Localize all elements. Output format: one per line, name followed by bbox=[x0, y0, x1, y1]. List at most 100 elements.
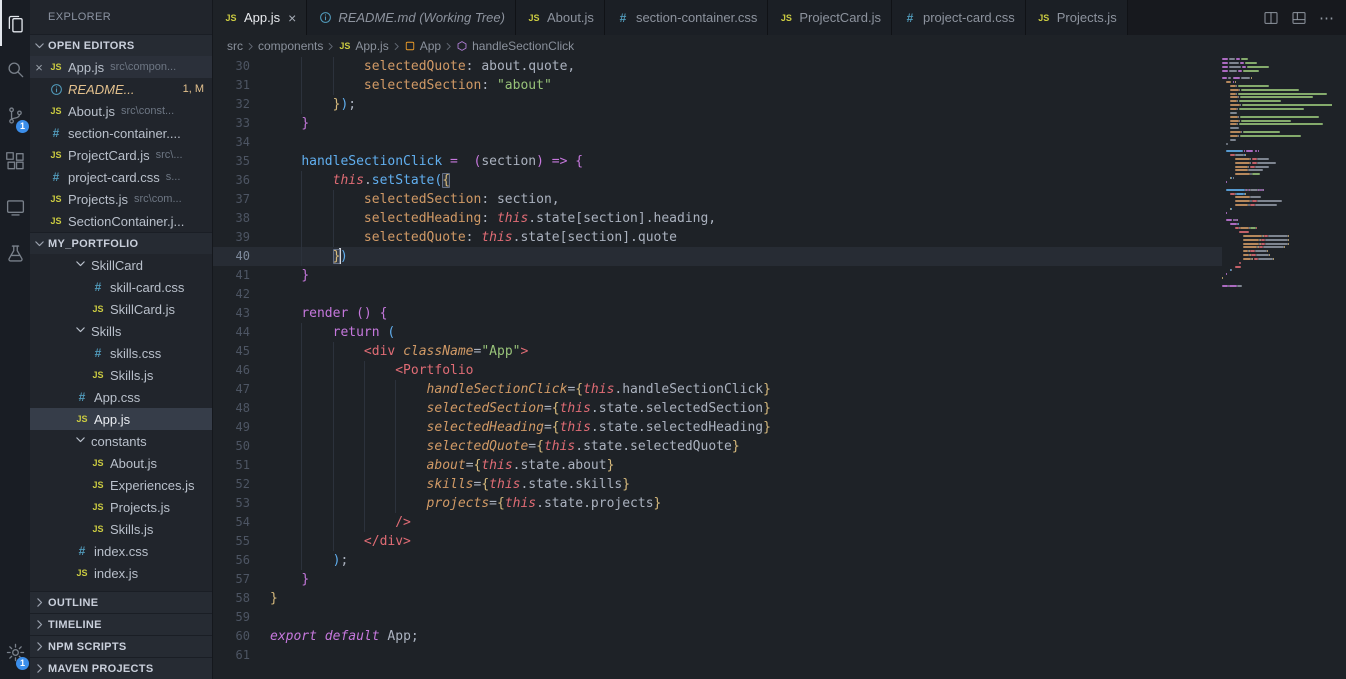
line-number[interactable]: 34 bbox=[213, 133, 250, 152]
line-number[interactable]: 36 bbox=[213, 171, 250, 190]
tree-item-app-js[interactable]: JSApp.js bbox=[30, 408, 212, 430]
code-line-35[interactable]: 35 handleSectionClick = (section) => { bbox=[213, 152, 1222, 171]
line-number[interactable]: 42 bbox=[213, 285, 250, 304]
tree-item-experiences-js[interactable]: JSExperiences.js bbox=[30, 474, 212, 496]
tab-app-js[interactable]: JSApp.js× bbox=[213, 0, 307, 35]
breadcrumb-item-src[interactable]: src bbox=[227, 39, 243, 53]
line-number[interactable]: 49 bbox=[213, 418, 250, 437]
pane-header-timeline[interactable]: TIMELINE bbox=[30, 613, 212, 635]
code-line-60[interactable]: 60export default App; bbox=[213, 627, 1222, 646]
tab-project-card-css[interactable]: #project-card.css bbox=[892, 0, 1026, 35]
line-number[interactable]: 58 bbox=[213, 589, 250, 608]
code-line-50[interactable]: 50 selectedQuote={this.state.selectedQuo… bbox=[213, 437, 1222, 456]
tree-item-skillcard-js[interactable]: JSSkillCard.js bbox=[30, 298, 212, 320]
code-line-49[interactable]: 49 selectedHeading={this.state.selectedH… bbox=[213, 418, 1222, 437]
line-number[interactable]: 50 bbox=[213, 437, 250, 456]
code-line-45[interactable]: 45 <div className="App"> bbox=[213, 342, 1222, 361]
code-line-54[interactable]: 54 /> bbox=[213, 513, 1222, 532]
open-editor-sectioncontainer-j[interactable]: JSSectionContainer.j... bbox=[30, 210, 212, 232]
minimap[interactable] bbox=[1222, 57, 1332, 679]
code-line-31[interactable]: 31 selectedSection: "about" bbox=[213, 76, 1222, 95]
code-line-44[interactable]: 44 return ( bbox=[213, 323, 1222, 342]
code-line-57[interactable]: 57 } bbox=[213, 570, 1222, 589]
open-editor-section-container[interactable]: #section-container.... bbox=[30, 122, 212, 144]
code-line-46[interactable]: 46 <Portfolio bbox=[213, 361, 1222, 380]
activity-item-testing[interactable] bbox=[0, 230, 30, 276]
line-number[interactable]: 54 bbox=[213, 513, 250, 532]
tree-item-skills-js[interactable]: JSSkills.js bbox=[30, 518, 212, 540]
activity-item-manage[interactable]: 1 bbox=[0, 629, 30, 675]
code-line-56[interactable]: 56 ); bbox=[213, 551, 1222, 570]
line-number[interactable]: 37 bbox=[213, 190, 250, 209]
code-area[interactable]: 30 selectedQuote: about.quote,31 selecte… bbox=[213, 57, 1222, 679]
open-editor-project-card-css[interactable]: #project-card.csss... bbox=[30, 166, 212, 188]
code-line-41[interactable]: 41 } bbox=[213, 266, 1222, 285]
tree-item-about-js[interactable]: JSAbout.js bbox=[30, 452, 212, 474]
code-line-55[interactable]: 55 </div> bbox=[213, 532, 1222, 551]
line-number[interactable]: 56 bbox=[213, 551, 250, 570]
line-number[interactable]: 61 bbox=[213, 646, 250, 665]
code-line-40[interactable]: 40 }) bbox=[213, 247, 1222, 266]
breadcrumb-item-handlesectionclick[interactable]: handleSectionClick bbox=[456, 39, 574, 53]
line-number[interactable]: 55 bbox=[213, 532, 250, 551]
line-number[interactable]: 30 bbox=[213, 57, 250, 76]
line-number[interactable]: 47 bbox=[213, 380, 250, 399]
breadcrumb-item-app[interactable]: App bbox=[404, 39, 441, 53]
breadcrumb-item-app-js[interactable]: JSApp.js bbox=[338, 39, 388, 53]
code-line-59[interactable]: 59 bbox=[213, 608, 1222, 627]
split-editor-button[interactable] bbox=[1263, 10, 1279, 26]
activity-item-explorer[interactable] bbox=[0, 0, 30, 46]
tree-item-skillcard[interactable]: SkillCard bbox=[30, 254, 212, 276]
line-number[interactable]: 57 bbox=[213, 570, 250, 589]
open-editor-projectcard-js[interactable]: JSProjectCard.jssrc\... bbox=[30, 144, 212, 166]
pane-header-outline[interactable]: OUTLINE bbox=[30, 591, 212, 613]
line-number[interactable]: 52 bbox=[213, 475, 250, 494]
tab-about-js[interactable]: JSAbout.js bbox=[516, 0, 605, 35]
pane-header-my-portfolio[interactable]: MY_PORTFOLIO bbox=[30, 232, 212, 254]
tree-item-skills-css[interactable]: #skills.css bbox=[30, 342, 212, 364]
tree-item-skills-js[interactable]: JSSkills.js bbox=[30, 364, 212, 386]
activity-item-source-control[interactable]: 1 bbox=[0, 92, 30, 138]
scrollbar[interactable] bbox=[1332, 57, 1346, 679]
code-line-38[interactable]: 38 selectedHeading: this.state[section].… bbox=[213, 209, 1222, 228]
code-line-37[interactable]: 37 selectedSection: section, bbox=[213, 190, 1222, 209]
code-line-39[interactable]: 39 selectedQuote: this.state[section].qu… bbox=[213, 228, 1222, 247]
more-actions-button[interactable]: ⋯ bbox=[1319, 9, 1334, 27]
code-line-33[interactable]: 33 } bbox=[213, 114, 1222, 133]
tree-item-app-css[interactable]: #App.css bbox=[30, 386, 212, 408]
tree-item-skills[interactable]: Skills bbox=[30, 320, 212, 342]
code-line-47[interactable]: 47 handleSectionClick={this.handleSectio… bbox=[213, 380, 1222, 399]
line-number[interactable]: 40 bbox=[213, 247, 250, 266]
line-number[interactable]: 59 bbox=[213, 608, 250, 627]
activity-item-extensions[interactable] bbox=[0, 138, 30, 184]
tree-item-index-js[interactable]: JSindex.js bbox=[30, 562, 212, 584]
code-line-30[interactable]: 30 selectedQuote: about.quote, bbox=[213, 57, 1222, 76]
tree-item-index-css[interactable]: #index.css bbox=[30, 540, 212, 562]
code-line-51[interactable]: 51 about={this.state.about} bbox=[213, 456, 1222, 475]
breadcrumb-item-components[interactable]: components bbox=[258, 39, 323, 53]
activity-item-remote-explorer[interactable] bbox=[0, 184, 30, 230]
code-line-34[interactable]: 34 bbox=[213, 133, 1222, 152]
line-number[interactable]: 46 bbox=[213, 361, 250, 380]
code-line-43[interactable]: 43 render () { bbox=[213, 304, 1222, 323]
pane-header-npm-scripts[interactable]: NPM SCRIPTS bbox=[30, 635, 212, 657]
line-number[interactable]: 41 bbox=[213, 266, 250, 285]
open-editor-readme[interactable]: README...1, M bbox=[30, 78, 212, 100]
tab-projectcard-js[interactable]: JSProjectCard.js bbox=[768, 0, 892, 35]
activity-item-search[interactable] bbox=[0, 46, 30, 92]
close-icon[interactable]: × bbox=[288, 11, 296, 25]
line-number[interactable]: 48 bbox=[213, 399, 250, 418]
code-line-36[interactable]: 36 this.setState({ bbox=[213, 171, 1222, 190]
tree-item-projects-js[interactable]: JSProjects.js bbox=[30, 496, 212, 518]
tab-projects-js[interactable]: JSProjects.js bbox=[1026, 0, 1128, 35]
code-line-42[interactable]: 42 bbox=[213, 285, 1222, 304]
code-line-52[interactable]: 52 skills={this.state.skills} bbox=[213, 475, 1222, 494]
tree-item-skill-card-css[interactable]: #skill-card.css bbox=[30, 276, 212, 298]
toggle-layout-button[interactable] bbox=[1291, 10, 1307, 26]
tab-readme-md-working-tree[interactable]: README.md (Working Tree) bbox=[307, 0, 516, 35]
tab-section-container-css[interactable]: #section-container.css bbox=[605, 0, 768, 35]
line-number[interactable]: 43 bbox=[213, 304, 250, 323]
open-editor-app-js[interactable]: ×JSApp.jssrc\compon... bbox=[30, 56, 212, 78]
line-number[interactable]: 60 bbox=[213, 627, 250, 646]
code-line-48[interactable]: 48 selectedSection={this.state.selectedS… bbox=[213, 399, 1222, 418]
